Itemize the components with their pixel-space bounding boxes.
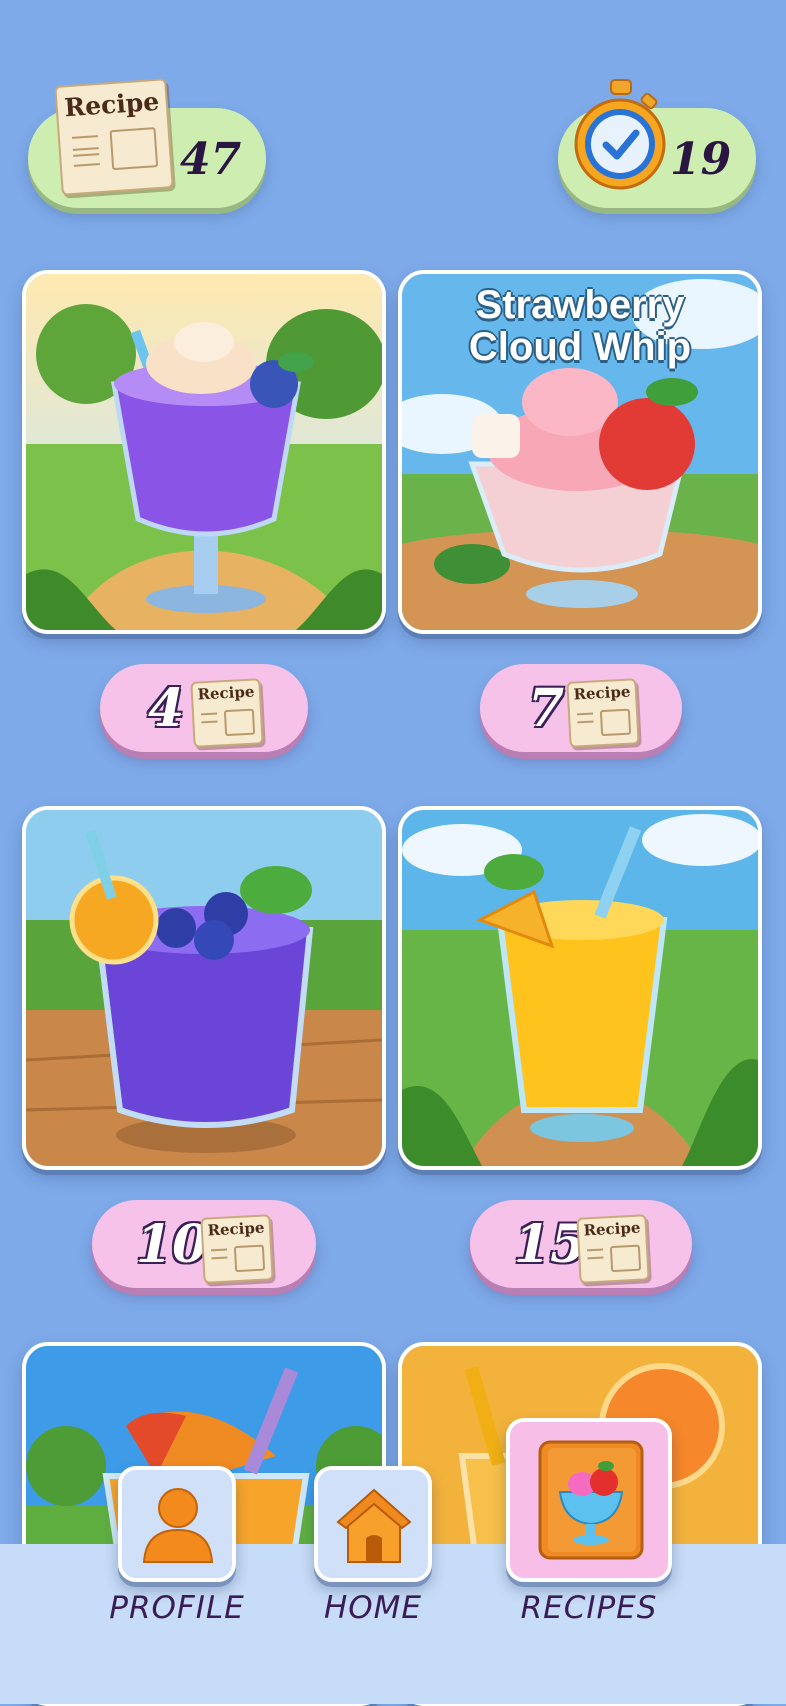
recipe-title: Strawberry Cloud Whip (402, 284, 758, 368)
home-icon (336, 1488, 412, 1563)
recipe-cost-button[interactable]: 15 Recipe (470, 1200, 692, 1288)
nav-recipes-button[interactable] (506, 1418, 672, 1582)
recipe-cost-value: 7 (528, 678, 565, 739)
recipe-counter: Recipe 47 (28, 78, 266, 208)
recipe-card-icon-label: Recipe (207, 1218, 265, 1240)
recipe-card-icon-label: Recipe (583, 1218, 641, 1240)
nav-recipes-label[interactable]: RECIPES (508, 1590, 670, 1626)
recipe-cost-button[interactable]: 10 Recipe (92, 1200, 316, 1288)
recipe-count: 47 (180, 134, 242, 185)
recipe-card-icon: Recipe (566, 678, 640, 748)
profile-icon (142, 1488, 214, 1563)
recipe-card-icon-label: Recipe (63, 86, 161, 123)
recipe-title-line2: Cloud Whip (468, 325, 692, 369)
recipe-cost-value: 10 (136, 1214, 209, 1275)
recipe-card-icon: Recipe (200, 1214, 274, 1284)
recipe-cost-button[interactable]: 7 Recipe (480, 664, 682, 752)
recipe-title-line1: Strawberry (475, 283, 685, 327)
nav-profile-button[interactable] (118, 1466, 236, 1582)
timer-counter: 19 (558, 79, 756, 208)
recipe-cost-button[interactable]: 4 Recipe (100, 664, 308, 752)
recipe-cost-value: 15 (514, 1214, 587, 1275)
timer-value: 19 (670, 134, 732, 185)
recipe-tile-pineapple-smoothie[interactable] (398, 806, 762, 1170)
stopwatch-icon (574, 79, 666, 190)
recipe-tile-blueberry-orange-drink[interactable] (22, 806, 386, 1170)
recipe-cost-value: 4 (148, 678, 185, 739)
nav-profile-label[interactable]: PROFILE (100, 1590, 254, 1626)
recipe-tile-strawberry-cloud-whip[interactable]: Strawberry Cloud Whip (398, 270, 762, 634)
recipe-card-icon: Recipe (190, 678, 264, 748)
recipe-card-icon: Recipe (576, 1214, 650, 1284)
recipe-card-icon: Recipe (54, 78, 174, 196)
recipe-tile-blueberry-sundae[interactable] (22, 270, 386, 634)
nav-home-label[interactable]: HOME (296, 1590, 450, 1626)
recipe-card-icon-label: Recipe (197, 682, 255, 704)
nav-home-button[interactable] (314, 1466, 432, 1582)
recipe-book-icon (538, 1440, 644, 1560)
recipe-card-icon-label: Recipe (573, 682, 631, 704)
